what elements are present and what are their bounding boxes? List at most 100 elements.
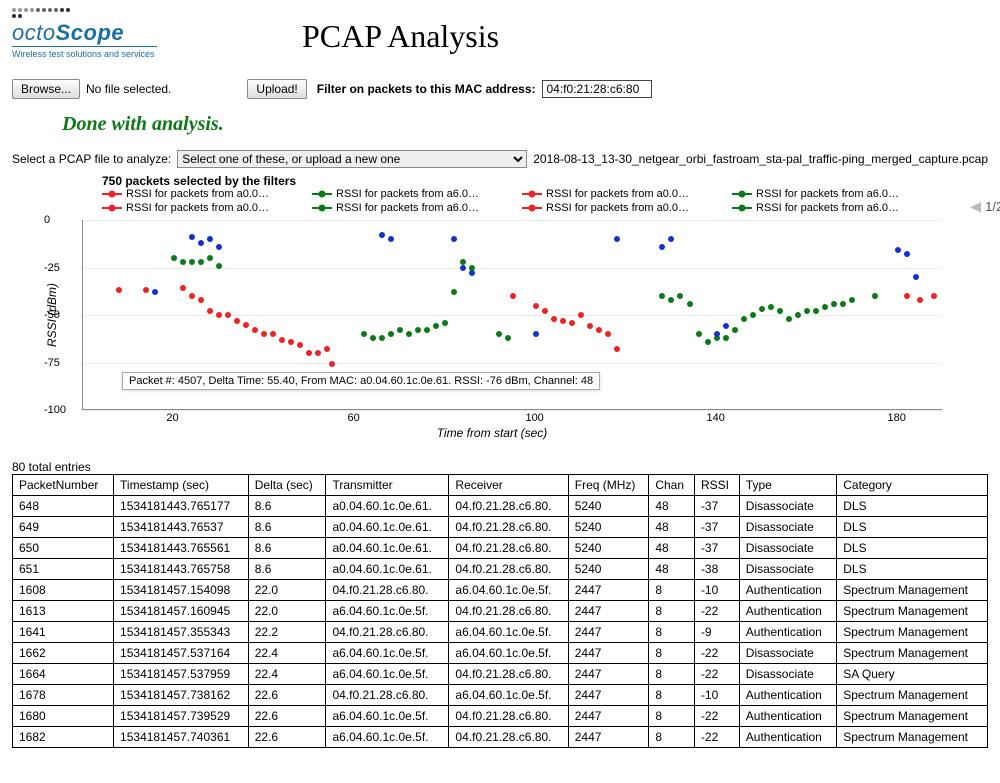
data-point[interactable]: [279, 337, 285, 343]
pager-prev-icon[interactable]: ◀: [970, 198, 981, 215]
data-point[interactable]: [777, 308, 783, 314]
data-point[interactable]: [116, 287, 122, 293]
column-header[interactable]: RSSI: [694, 475, 739, 496]
data-point[interactable]: [379, 335, 385, 341]
data-point[interactable]: [605, 331, 611, 337]
data-point[interactable]: [189, 259, 195, 265]
pcap-select[interactable]: Select one of these, or upload a new one: [177, 150, 527, 168]
data-point[interactable]: [732, 327, 738, 333]
data-point[interactable]: [252, 327, 258, 333]
data-point[interactable]: [668, 297, 674, 303]
column-header[interactable]: Type: [739, 475, 836, 496]
data-point[interactable]: [786, 316, 792, 322]
data-point[interactable]: [180, 285, 186, 291]
data-point[interactable]: [397, 327, 403, 333]
column-header[interactable]: Freq (MHz): [568, 475, 649, 496]
data-point[interactable]: [741, 316, 747, 322]
data-point[interactable]: [804, 308, 810, 314]
data-point[interactable]: [315, 350, 321, 356]
data-point[interactable]: [216, 312, 222, 318]
data-point[interactable]: [207, 308, 213, 314]
data-point[interactable]: [795, 312, 801, 318]
data-point[interactable]: [596, 327, 602, 333]
data-point[interactable]: [917, 297, 923, 303]
data-point[interactable]: [288, 339, 294, 345]
data-point[interactable]: [152, 289, 158, 295]
data-point[interactable]: [551, 316, 557, 322]
data-point[interactable]: [533, 331, 539, 337]
table-row[interactable]: 6501534181443.7655618.6a0.04.60.1c.0e.61…: [13, 538, 988, 559]
data-point[interactable]: [904, 293, 910, 299]
data-point[interactable]: [261, 331, 267, 337]
data-point[interactable]: [904, 251, 910, 257]
data-point[interactable]: [510, 293, 516, 299]
legend-item[interactable]: RSSI for packets from a6.0…: [732, 188, 932, 200]
data-point[interactable]: [143, 287, 149, 293]
column-header[interactable]: Category: [837, 475, 988, 496]
legend-item[interactable]: RSSI for packets from a6.0…: [312, 202, 512, 214]
data-point[interactable]: [469, 270, 475, 276]
data-point[interactable]: [687, 301, 693, 307]
data-point[interactable]: [180, 259, 186, 265]
data-point[interactable]: [677, 293, 683, 299]
data-point[interactable]: [370, 335, 376, 341]
data-point[interactable]: [578, 312, 584, 318]
table-row[interactable]: 6511534181443.7657588.6a0.04.60.1c.0e.61…: [13, 559, 988, 580]
data-point[interactable]: [659, 293, 665, 299]
legend-item[interactable]: RSSI for packets from a0.0…: [102, 188, 302, 200]
data-point[interactable]: [329, 361, 335, 367]
data-point[interactable]: [831, 301, 837, 307]
data-point[interactable]: [198, 297, 204, 303]
data-point[interactable]: [306, 350, 312, 356]
data-point[interactable]: [849, 297, 855, 303]
data-point[interactable]: [542, 308, 548, 314]
data-point[interactable]: [424, 327, 430, 333]
data-point[interactable]: [415, 327, 421, 333]
data-point[interactable]: [198, 259, 204, 265]
data-point[interactable]: [569, 320, 575, 326]
data-point[interactable]: [696, 331, 702, 337]
data-point[interactable]: [189, 293, 195, 299]
upload-button[interactable]: Upload!: [247, 79, 306, 99]
table-row[interactable]: 16781534181457.73816222.604.f0.21.28.c6.…: [13, 685, 988, 706]
data-point[interactable]: [668, 236, 674, 242]
data-point[interactable]: [533, 303, 539, 309]
legend-item[interactable]: RSSI for packets from a0.0…: [102, 202, 302, 214]
data-point[interactable]: [270, 331, 276, 337]
data-point[interactable]: [297, 342, 303, 348]
table-row[interactable]: 6491534181443.765378.6a0.04.60.1c.0e.61.…: [13, 517, 988, 538]
table-row[interactable]: 16801534181457.73952922.6a6.04.60.1c.0e.…: [13, 706, 988, 727]
table-row[interactable]: 16621534181457.53716422.4a6.04.60.1c.0e.…: [13, 643, 988, 664]
legend-item[interactable]: RSSI for packets from a6.0…: [312, 188, 512, 200]
data-point[interactable]: [723, 323, 729, 329]
data-point[interactable]: [723, 335, 729, 341]
data-point[interactable]: [768, 304, 774, 310]
column-header[interactable]: Delta (sec): [248, 475, 326, 496]
table-row[interactable]: 16821534181457.74036122.6a6.04.60.1c.0e.…: [13, 727, 988, 748]
legend-item[interactable]: RSSI for packets from a0.0…: [522, 188, 722, 200]
legend-item[interactable]: RSSI for packets from a0.0…: [522, 202, 722, 214]
data-point[interactable]: [324, 346, 330, 352]
data-point[interactable]: [614, 346, 620, 352]
data-point[interactable]: [750, 312, 756, 318]
data-point[interactable]: [379, 232, 385, 238]
data-point[interactable]: [433, 323, 439, 329]
data-point[interactable]: [216, 263, 222, 269]
column-header[interactable]: Transmitter: [326, 475, 449, 496]
data-point[interactable]: [406, 331, 412, 337]
column-header[interactable]: Receiver: [449, 475, 568, 496]
column-header[interactable]: PacketNumber: [13, 475, 114, 496]
data-point[interactable]: [872, 293, 878, 299]
data-point[interactable]: [451, 236, 457, 242]
data-point[interactable]: [234, 318, 240, 324]
data-point[interactable]: [361, 331, 367, 337]
table-row[interactable]: 16411534181457.35534322.204.f0.21.28.c6.…: [13, 622, 988, 643]
chart[interactable]: RSSI (dBm) Time from start (sec) Packet …: [42, 220, 942, 410]
table-row[interactable]: 16641534181457.53795922.4a6.04.60.1c.0e.…: [13, 664, 988, 685]
data-point[interactable]: [895, 247, 901, 253]
data-point[interactable]: [388, 236, 394, 242]
data-point[interactable]: [460, 265, 466, 271]
data-point[interactable]: [189, 234, 195, 240]
data-point[interactable]: [587, 323, 593, 329]
data-point[interactable]: [840, 301, 846, 307]
